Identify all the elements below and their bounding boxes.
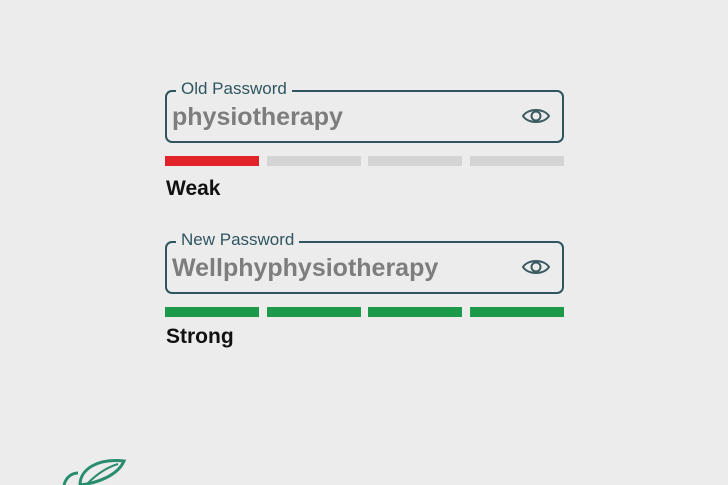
old-password-value[interactable]: physiotherapy bbox=[172, 102, 343, 132]
strength-segment bbox=[368, 156, 463, 166]
old-password-field[interactable]: Old Password physiotherapy bbox=[165, 79, 564, 143]
strength-segment bbox=[266, 156, 361, 166]
new-password-label: New Password bbox=[176, 230, 300, 250]
strength-segment bbox=[266, 307, 361, 317]
new-password-strength-meter bbox=[165, 307, 564, 317]
new-password-value[interactable]: Wellphyphysiotherapy bbox=[172, 253, 438, 283]
old-password-toggle-button[interactable] bbox=[521, 103, 551, 129]
new-password-toggle-button[interactable] bbox=[521, 254, 551, 280]
strength-segment bbox=[368, 307, 463, 317]
old-password-strength-meter bbox=[165, 156, 564, 166]
strength-segment bbox=[165, 156, 259, 166]
old-password-strength-label: Weak bbox=[166, 177, 221, 200]
eye-icon bbox=[521, 109, 551, 123]
eye-icon bbox=[521, 260, 551, 274]
old-password-label: Old Password bbox=[176, 79, 292, 99]
strength-segment bbox=[469, 307, 564, 317]
leaf-logo-icon bbox=[62, 459, 127, 485]
strength-segment bbox=[165, 307, 259, 317]
strength-segment bbox=[469, 156, 564, 166]
new-password-field[interactable]: New Password Wellphyphysiotherapy bbox=[165, 230, 564, 294]
new-password-strength-label: Strong bbox=[166, 325, 234, 348]
